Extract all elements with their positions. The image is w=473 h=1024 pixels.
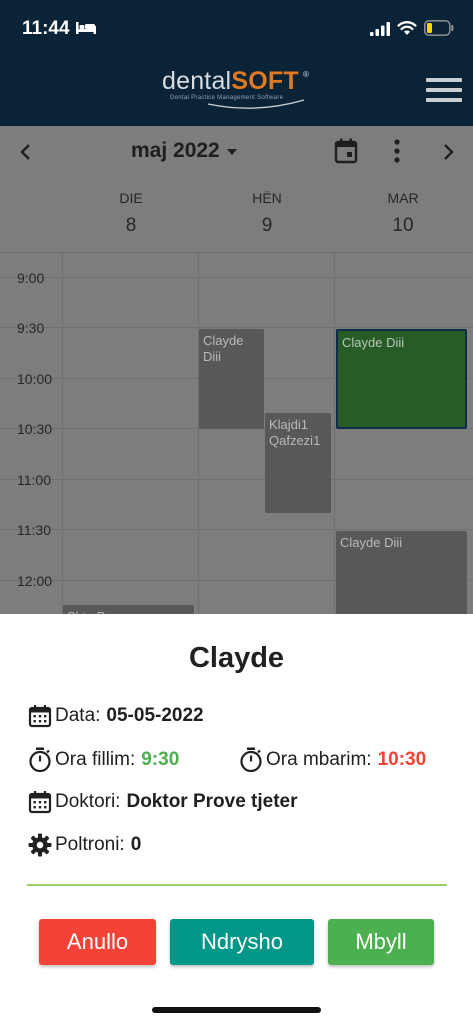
end-time-value: 10:30 — [377, 749, 427, 770]
week-calendar: maj 2022 DIE 8 HËN 9 MAR 10 9:00 9:30 10… — [0, 126, 473, 616]
time-label: 10:00 — [17, 371, 53, 387]
time-label: 12:00 — [17, 573, 53, 589]
grid-line — [0, 479, 473, 480]
appointment-event-selected[interactable]: Clayde Diii — [336, 329, 467, 429]
cellular-signal-icon — [370, 22, 390, 36]
bed-icon — [76, 22, 96, 34]
time-label: 9:30 — [17, 320, 45, 336]
chair-value: 0 — [130, 834, 142, 855]
month-selector[interactable]: maj 2022 — [131, 139, 220, 163]
logo-registered-mark: ® — [303, 70, 309, 79]
chair-row: Poltroni: 0 — [28, 833, 141, 857]
date-label: Data: — [55, 705, 101, 726]
patient-name: Clayde — [188, 642, 285, 674]
doctor-row: Doktori: Doktor Prove tjeter — [28, 790, 298, 814]
timer-icon — [240, 747, 262, 773]
day-header-tuesday[interactable]: MAR 10 — [335, 190, 471, 237]
calendar-toolbar: maj 2022 — [0, 126, 473, 181]
calendar-today-icon[interactable] — [334, 138, 358, 164]
divider — [27, 884, 447, 886]
appointment-event[interactable]: Clayde Diii — [336, 531, 467, 616]
appointment-event[interactable]: Clayde Diii — [199, 329, 264, 429]
date-row: Data: 05-05-2022 — [28, 704, 204, 728]
calendar-icon — [28, 705, 52, 728]
grid-column-line — [62, 253, 63, 616]
wifi-icon — [397, 21, 417, 35]
date-value: 05-05-2022 — [106, 705, 204, 726]
time-label: 9:00 — [17, 270, 45, 286]
logo-wordmark: dentalSOFT — [162, 67, 299, 95]
logo-swoosh — [207, 99, 305, 109]
app-screen: 11:44 dentalSOFT ® Dental Practice Manag… — [0, 0, 473, 1024]
calendar-icon — [28, 791, 52, 814]
edit-button[interactable]: Ndrysho — [170, 919, 314, 965]
start-time-value: 9:30 — [141, 749, 180, 770]
chair-label: Poltroni: — [55, 834, 125, 855]
status-bar: 11:44 — [0, 0, 473, 56]
cancel-button[interactable]: Anullo — [39, 919, 156, 965]
start-time-label: Ora fillim: — [55, 749, 136, 770]
time-label: 11:00 — [17, 472, 51, 488]
chevron-left-icon[interactable] — [14, 140, 38, 164]
end-time-row: Ora mbarim: 10:30 — [239, 747, 426, 773]
chevron-right-icon[interactable] — [436, 140, 460, 164]
hamburger-menu-icon[interactable] — [426, 78, 462, 104]
appointment-event[interactable]: Klajdi1 Qafzezi1 — [265, 413, 331, 513]
caret-down-icon[interactable] — [227, 149, 237, 155]
grid-column-line — [198, 253, 199, 616]
home-indicator[interactable] — [152, 1007, 321, 1013]
close-button[interactable]: Mbyll — [328, 919, 434, 965]
dentalsoft-logo[interactable]: dentalSOFT ® Dental Practice Management … — [162, 68, 322, 114]
day-header-sunday[interactable]: DIE 8 — [63, 190, 199, 237]
day-header-monday[interactable]: HËN 9 — [199, 190, 335, 237]
gear-icon — [28, 833, 52, 857]
time-label: 10:30 — [17, 421, 53, 437]
grid-line — [0, 529, 473, 530]
time-grid[interactable]: 9:00 9:30 10:00 10:30 11:00 11:30 12:00 … — [0, 252, 473, 616]
timer-icon — [29, 747, 51, 773]
app-header: dentalSOFT ® Dental Practice Management … — [0, 56, 473, 126]
time-label: 11:30 — [17, 522, 51, 538]
grid-line — [0, 277, 473, 278]
doctor-label: Doktori: — [55, 791, 121, 812]
battery-low-icon — [424, 20, 454, 36]
grid-line — [0, 327, 473, 328]
status-time: 11:44 — [22, 18, 70, 39]
start-time-row: Ora fillim: 9:30 — [28, 747, 179, 773]
doctor-value: Doktor Prove tjeter — [126, 791, 298, 812]
grid-column-line — [334, 253, 335, 616]
appointment-details-sheet: Clayde Data: 05-05-2022 Ora fillim: 9:30… — [0, 614, 473, 1024]
end-time-label: Ora mbarim: — [266, 749, 372, 770]
more-vertical-icon[interactable] — [393, 138, 401, 164]
